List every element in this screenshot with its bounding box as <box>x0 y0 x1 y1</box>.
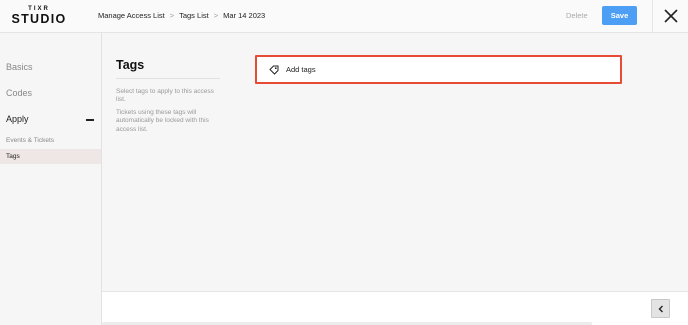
tag-icon <box>269 65 279 75</box>
tixr-studio-logo[interactable]: TIXR STUDIO <box>11 6 67 26</box>
section-description: Select tags to apply to this access list… <box>116 88 214 104</box>
sidebar-item-basics[interactable]: Basics <box>6 62 33 72</box>
sidebar-item-apply[interactable]: Apply <box>6 114 29 124</box>
breadcrumb-separator: > <box>169 11 175 20</box>
footer-bar <box>102 291 688 325</box>
chevron-left-icon <box>658 305 663 312</box>
collapse-button[interactable] <box>651 299 670 318</box>
section-title: Tags <box>116 58 145 72</box>
section-lock-note: Tickets using these tags will automatica… <box>116 109 209 133</box>
header-divider <box>652 0 653 33</box>
sidebar: Basics Codes Apply Events & Tickets Tags <box>0 33 102 325</box>
logo-main-text: STUDIO <box>11 12 67 26</box>
sidebar-subitem-events-tickets[interactable]: Events & Tickets <box>6 137 54 144</box>
save-button[interactable]: Save <box>602 6 637 25</box>
add-tags-label: Add tags <box>286 65 316 74</box>
delete-button[interactable]: Delete <box>566 11 588 20</box>
sidebar-item-codes[interactable]: Codes <box>6 88 32 98</box>
breadcrumb-separator: > <box>213 11 219 20</box>
sidebar-subitem-tags-label: Tags <box>6 153 20 160</box>
breadcrumb-tags-list[interactable]: Tags List <box>179 11 209 20</box>
breadcrumb-manage-access-list[interactable]: Manage Access List <box>98 11 165 20</box>
breadcrumb-current: Mar 14 2023 <box>223 11 266 20</box>
add-tags-button[interactable]: Add tags <box>255 55 622 84</box>
main-content: Tags Select tags to apply to this access… <box>102 33 688 291</box>
close-icon <box>664 9 678 23</box>
close-button[interactable] <box>663 8 679 24</box>
top-header: TIXR STUDIO Manage Access List > Tags List… <box>0 0 688 33</box>
sidebar-subitem-tags[interactable]: Tags <box>0 149 101 164</box>
breadcrumb: Manage Access List > Tags List > Mar 14 2023 <box>98 11 265 20</box>
minus-icon[interactable] <box>86 119 94 121</box>
section-divider <box>116 78 220 79</box>
